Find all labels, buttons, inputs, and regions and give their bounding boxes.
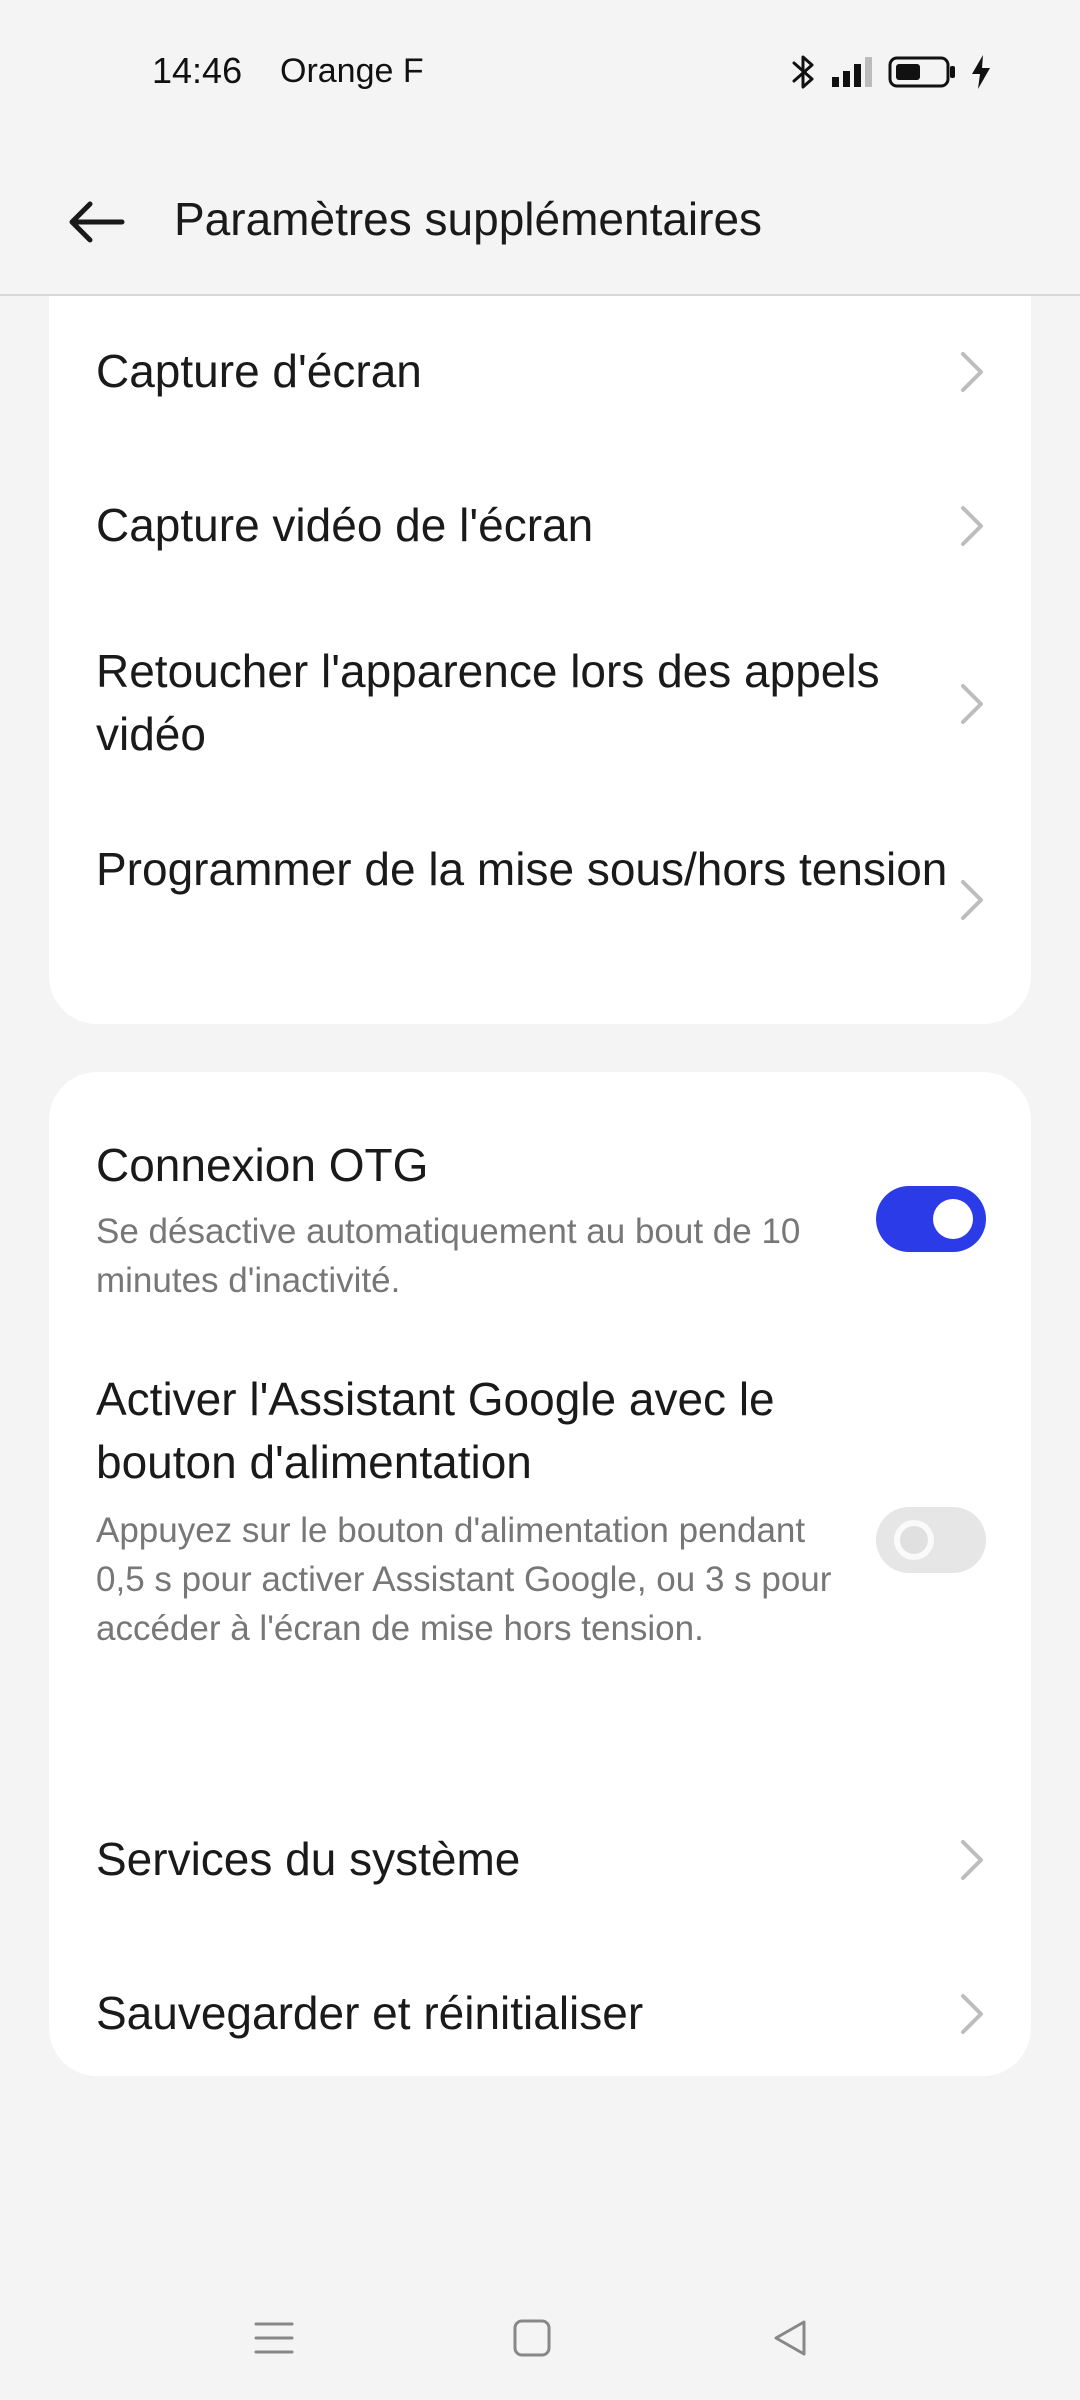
list-item-system-services[interactable]: Services du système bbox=[49, 1784, 1031, 1936]
back-button[interactable] bbox=[52, 180, 140, 268]
toggle-knob bbox=[894, 1520, 934, 1560]
assistant-title: Activer l'Assistant Google avec le bouto… bbox=[96, 1373, 775, 1488]
list-item-label: Services du système bbox=[96, 1833, 521, 1885]
navigation-bar bbox=[0, 2270, 1080, 2400]
status-bar: 14:46 Orange F bbox=[0, 0, 1080, 140]
toggle-knob bbox=[933, 1199, 973, 1239]
menu-icon bbox=[254, 2320, 294, 2361]
list-item-label: Capture vidéo de l'écran bbox=[96, 499, 594, 551]
chevron-right-icon bbox=[957, 1992, 987, 2036]
home-icon bbox=[512, 2318, 552, 2363]
assistant-setting: Activer l'Assistant Google avec le bouto… bbox=[49, 1332, 1031, 1784]
status-carrier: Orange F bbox=[280, 52, 424, 90]
chevron-right-icon bbox=[957, 878, 987, 922]
signal-icon bbox=[830, 55, 874, 89]
list-item-label: Capture d'écran bbox=[96, 345, 422, 397]
bluetooth-icon bbox=[792, 53, 816, 91]
otg-title: Connexion OTG bbox=[96, 1139, 429, 1191]
otg-toggle[interactable] bbox=[876, 1186, 986, 1252]
list-item-label: Programmer de la mise sous/hors tension bbox=[96, 843, 948, 895]
settings-card-2: Connexion OTG Se désactive automatiqueme… bbox=[49, 1072, 1031, 2076]
chevron-right-icon bbox=[957, 504, 987, 548]
list-item-label: Retoucher l'apparence lors des appels vi… bbox=[96, 645, 880, 760]
chevron-right-icon bbox=[957, 682, 987, 726]
list-item-screen-recording[interactable]: Capture vidéo de l'écran bbox=[49, 448, 1031, 604]
app-bar: Paramètres supplémentaires bbox=[0, 140, 1080, 296]
status-time: 14:46 bbox=[152, 50, 243, 91]
list-item-label: Sauvegarder et réinitialiser bbox=[96, 1987, 644, 2039]
back-nav-button[interactable] bbox=[755, 2310, 825, 2370]
home-button[interactable] bbox=[497, 2310, 567, 2370]
page-title: Paramètres supplémentaires bbox=[174, 193, 763, 245]
menu-button[interactable] bbox=[239, 2310, 309, 2370]
otg-subtitle: Se désactive automatiquement au bout de … bbox=[96, 1212, 801, 1300]
chevron-right-icon bbox=[957, 1838, 987, 1882]
back-triangle-icon bbox=[770, 2318, 810, 2363]
arrow-left-icon bbox=[66, 200, 126, 249]
status-icons bbox=[792, 50, 992, 94]
assistant-toggle[interactable] bbox=[876, 1507, 986, 1573]
assistant-subtitle: Appuyez sur le bouton d'alimentation pen… bbox=[96, 1511, 832, 1648]
battery-icon bbox=[888, 55, 956, 89]
settings-card-1: Capture d'écran Capture vidéo de l'écran… bbox=[49, 296, 1031, 1024]
otg-setting: Connexion OTG Se désactive automatiqueme… bbox=[49, 1072, 1031, 1332]
list-item-scheduled-power[interactable]: Programmer de la mise sous/hors tension bbox=[49, 802, 1031, 1002]
list-item-screenshot[interactable]: Capture d'écran bbox=[49, 296, 1031, 448]
chevron-right-icon bbox=[957, 350, 987, 394]
charging-icon bbox=[970, 54, 992, 90]
list-item-backup-reset[interactable]: Sauvegarder et réinitialiser bbox=[49, 1936, 1031, 2092]
list-item-video-call-beauty[interactable]: Retoucher l'apparence lors des appels vi… bbox=[49, 604, 1031, 802]
